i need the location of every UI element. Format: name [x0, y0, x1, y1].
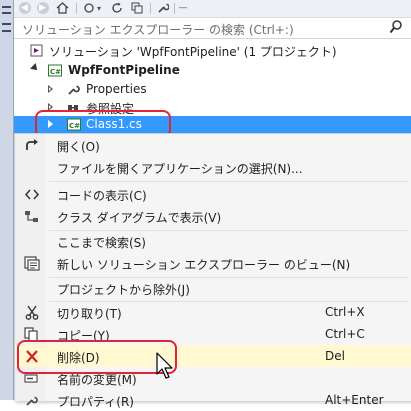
scissors-icon — [25, 305, 39, 320]
menu-item-view-code[interactable]: コードの表示(C) — [15, 183, 411, 205]
menu-item-scope-to-this[interactable]: ここまで検索(S) — [15, 230, 411, 252]
minus-icon: — — [178, 3, 188, 13]
home-button[interactable] — [54, 0, 71, 16]
tree-node-project[interactable]: C# WpfFontPipeline — [14, 62, 411, 79]
solution-icon — [30, 44, 43, 57]
menu-item-label: プロパティ(R) — [57, 395, 134, 409]
edge-marker — [2, 30, 11, 32]
toolbar-separator — [76, 3, 77, 14]
solution-label: ソリューション 'WpfFontPipeline' (1 プロジェクト) — [49, 45, 337, 59]
menu-item-label: 切り取り(T) — [57, 307, 122, 321]
forward-button[interactable]: ▶ — [34, 0, 51, 16]
menu-item-class-diagram[interactable]: クラス ダイアグラムで表示(V) — [15, 205, 411, 227]
project-label: WpfFontPipeline — [68, 63, 180, 77]
highlight-outline — [17, 340, 177, 374]
mouse-cursor-icon — [156, 352, 173, 379]
properties-icon — [26, 396, 38, 406]
search-icon[interactable] — [389, 19, 403, 38]
home-icon — [56, 2, 69, 14]
collapse-all-button[interactable] — [128, 0, 145, 16]
toolbar-separator — [150, 3, 151, 14]
menu-item-open-with[interactable]: ファイルを開くアプリケーションの選択(N)... — [15, 156, 411, 178]
toolbar-overflow-button[interactable]: — — [178, 0, 188, 16]
menu-item-open[interactable]: 開く(O) — [15, 134, 411, 156]
menu-item-label: プロジェクトから除外(J) — [57, 283, 190, 297]
solution-explorer-search[interactable]: ソリューション エクスプローラー の検索 (Ctrl+:) — [14, 18, 411, 39]
menu-item-label: ここまで検索(S) — [57, 236, 146, 250]
sync-icon — [83, 3, 94, 13]
menu-item-label: コードの表示(C) — [57, 189, 147, 203]
menu-item-label: ファイルを開くアプリケーションの選択(N)... — [57, 162, 303, 176]
class-diagram-icon — [25, 211, 38, 222]
menu-item-label: 開く(O) — [57, 140, 100, 154]
search-placeholder: ソリューション エクスプローラー の検索 (Ctrl+:) — [22, 23, 294, 37]
expanded-arrow-icon — [30, 63, 40, 73]
back-button[interactable]: ◀ — [16, 0, 33, 16]
menu-item-shortcut: Del — [325, 349, 345, 363]
back-icon: ◀ — [18, 2, 31, 14]
menu-item-label: クラス ダイアグラムで表示(V) — [57, 211, 222, 225]
menu-item-shortcut: Ctrl+C — [325, 327, 365, 341]
wrench-icon — [157, 3, 169, 13]
tree-node-properties[interactable]: Properties — [14, 81, 411, 98]
menu-item-shortcut: Alt+Enter — [325, 393, 384, 407]
collapse-all-icon — [131, 2, 142, 14]
edge-marker — [2, 23, 11, 25]
wrench-icon — [68, 85, 80, 95]
menu-item-exclude-from-project[interactable]: プロジェクトから除外(J) — [15, 277, 411, 299]
code-icon — [24, 189, 40, 200]
left-edge-strip — [0, 0, 14, 400]
refresh-icon — [111, 2, 122, 13]
menu-item-label: 新しい ソリューション エクスプローラー のビュー(N) — [57, 258, 351, 272]
forward-icon: ▶ — [36, 2, 49, 14]
open-arrow-icon — [26, 139, 38, 150]
new-view-icon — [24, 256, 40, 271]
menu-separator — [49, 181, 408, 182]
chevron-down-icon: ▾ — [96, 3, 101, 13]
toolbar-separator — [174, 3, 175, 14]
collapsed-arrow-icon — [48, 85, 53, 93]
sync-dropdown-button[interactable]: ▾ — [94, 0, 104, 16]
solution-explorer-toolbar: ◀ ▶ ▾ — — [14, 0, 411, 18]
svg-text:C#: C# — [50, 68, 61, 76]
menu-item-properties[interactable]: プロパティ(R) Alt+Enter — [15, 389, 411, 411]
edge-marker — [2, 6, 11, 8]
csharp-project-icon: C# — [48, 64, 62, 77]
refresh-button[interactable] — [108, 0, 125, 16]
tree-item-label: Properties — [86, 82, 147, 96]
menu-item-shortcut: Ctrl+X — [325, 305, 365, 319]
properties-button[interactable] — [154, 0, 171, 16]
menu-item-cut[interactable]: 切り取り(T) Ctrl+X — [15, 301, 411, 323]
tree-node-solution[interactable]: ソリューション 'WpfFontPipeline' (1 プロジェクト) — [14, 42, 411, 59]
edge-marker — [2, 12, 11, 14]
menu-item-new-explorer-view[interactable]: 新しい ソリューション エクスプローラー のビュー(N) — [15, 252, 411, 274]
